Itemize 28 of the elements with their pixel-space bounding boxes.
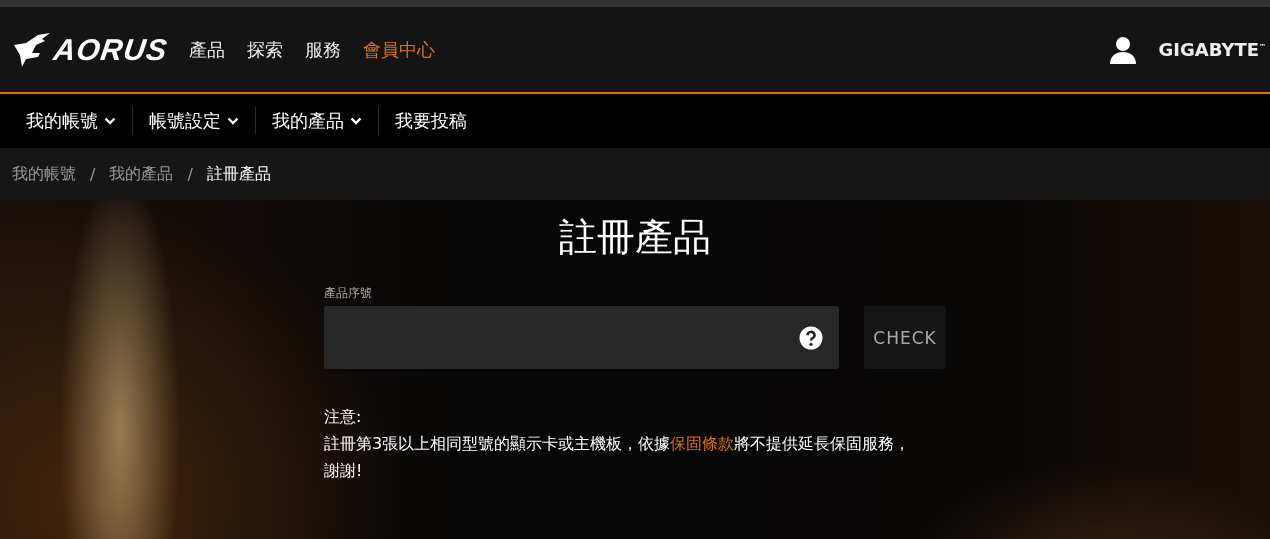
field-label: 產品序號 bbox=[324, 285, 372, 302]
sub-nav-item[interactable]: 我的帳號 bbox=[10, 107, 132, 135]
breadcrumb-separator: / bbox=[90, 164, 96, 184]
breadcrumb-separator: / bbox=[187, 164, 193, 184]
breadcrumb-current-page: 註冊產品 bbox=[206, 163, 271, 185]
help-icon[interactable] bbox=[799, 325, 823, 350]
check-button[interactable]: CHECK bbox=[864, 306, 946, 369]
breadcrumb-link[interactable]: 我的產品 bbox=[109, 163, 174, 185]
chevron-down-icon bbox=[350, 117, 362, 125]
eagle-logo-icon bbox=[12, 30, 52, 69]
user-icon[interactable] bbox=[1108, 34, 1139, 65]
nav-link[interactable]: 產品 bbox=[189, 37, 226, 62]
sub-nav-item[interactable]: 帳號設定 bbox=[132, 107, 255, 135]
nav-link[interactable]: 會員中心 bbox=[363, 37, 436, 62]
nav-link[interactable]: 探索 bbox=[247, 37, 284, 62]
chevron-down-icon bbox=[227, 117, 239, 125]
sub-nav-item[interactable]: 我要投稿 bbox=[378, 107, 483, 135]
warranty-terms-link[interactable]: 保固條款 bbox=[670, 434, 735, 453]
breadcrumb-link[interactable]: 我的帳號 bbox=[12, 163, 76, 185]
page-title: 註冊產品 bbox=[559, 214, 711, 261]
chevron-down-icon bbox=[104, 117, 116, 125]
logo-text: AORUS bbox=[51, 32, 170, 67]
nav-link[interactable]: 服務 bbox=[305, 37, 342, 62]
notice-text: 註冊第3張以上相同型號的顯示卡或主機板，依據保固條款將不提供延長保固服務，謝謝! bbox=[324, 433, 912, 482]
serial-number-field[interactable] bbox=[324, 306, 839, 369]
notice-heading: 注意: bbox=[324, 407, 362, 428]
brand-logo-text: GIGABYTE$^{™}$ bbox=[1158, 39, 1266, 60]
sub-nav-item[interactable]: 我的產品 bbox=[255, 107, 378, 135]
